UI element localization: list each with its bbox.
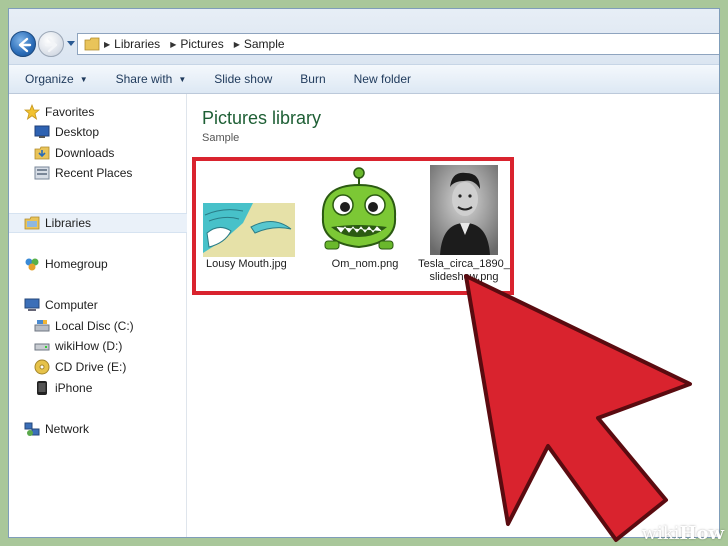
watermark-wiki: wiki [641, 523, 680, 544]
wikihow-watermark: wikiHow [642, 523, 724, 544]
red-cursor-arrow-icon [464, 274, 692, 542]
watermark-how: How [679, 523, 724, 544]
